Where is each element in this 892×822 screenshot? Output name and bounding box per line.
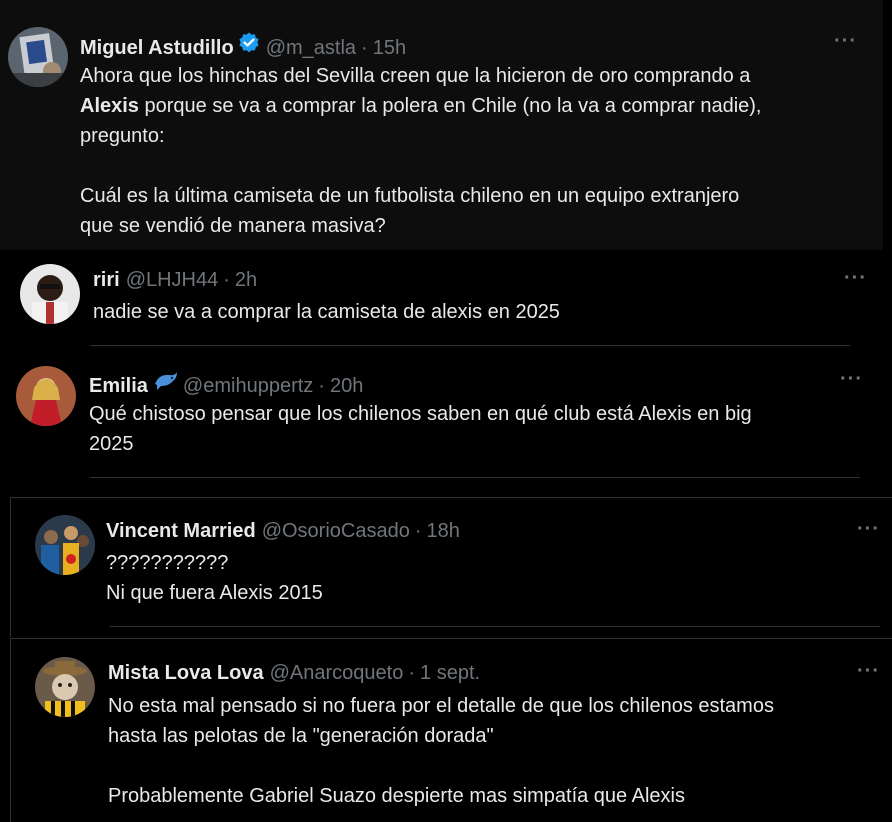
tweet-mista-lova-lova[interactable]: Mista Lova Lova @Anarcoqueto · 1 sept. ·… xyxy=(10,638,892,822)
avatar[interactable] xyxy=(35,657,95,717)
mention-bold: Alexis xyxy=(80,95,139,117)
more-options-icon[interactable]: ··· xyxy=(857,660,880,683)
tweet-line: nadie se va a comprar la camiseta de ale… xyxy=(93,301,560,323)
tweet-line: Alexis porque se va a comprar la polera … xyxy=(80,91,762,121)
tweet-header: Emilia @emihuppertz · 20h xyxy=(89,370,363,398)
author-name[interactable]: Vincent Married xyxy=(106,520,256,543)
tweet-line: Ahora que los hinchas del Sevilla creen … xyxy=(80,65,751,87)
tweet-line: hasta las pelotas de la "generación dora… xyxy=(108,725,494,747)
avatar[interactable] xyxy=(8,27,68,87)
tweet-text: Ahora que los hinchas del Sevilla creen … xyxy=(80,61,762,241)
separator-dot: · xyxy=(361,37,368,59)
more-options-icon[interactable]: ··· xyxy=(857,518,880,541)
author-name[interactable]: Emilia xyxy=(89,375,148,398)
author-name[interactable]: Mista Lova Lova xyxy=(108,662,264,685)
more-options-icon[interactable]: ··· xyxy=(844,267,867,290)
author-handle[interactable]: @OsorioCasado xyxy=(262,520,410,543)
tweet-text: nadie se va a comprar la camiseta de ale… xyxy=(93,297,560,327)
more-options-icon[interactable]: ··· xyxy=(840,368,863,391)
tweet-vincent-married[interactable]: Vincent Married @OsorioCasado · 18h ··· … xyxy=(10,497,892,637)
author-name[interactable]: riri xyxy=(93,269,120,292)
tweet-header: Mista Lova Lova @Anarcoqueto · 1 sept. xyxy=(108,662,480,685)
author-handle[interactable]: @LHJH44 xyxy=(126,269,219,292)
tweet-header: Vincent Married @OsorioCasado · 18h xyxy=(106,520,460,543)
tweet-line-rest: porque se va a comprar la polera en Chil… xyxy=(138,95,762,117)
tweet-riri[interactable]: riri @LHJH44 · 2h ··· nadie se va a comp… xyxy=(0,253,892,348)
tweet-text: Qué chistoso pensar que los chilenos sab… xyxy=(89,399,752,459)
tweet-text: No esta mal pensado si no fuera por el d… xyxy=(108,691,774,811)
avatar[interactable] xyxy=(35,515,95,575)
tweet-header: Miguel Astudillo @m_astla · 15h xyxy=(80,32,406,60)
separator-dot: · xyxy=(223,269,230,291)
dolphin-emoji-icon xyxy=(153,370,177,392)
author-handle[interactable]: @Anarcoqueto xyxy=(270,662,404,685)
tweet-line: Probablemente Gabriel Suazo despierte ma… xyxy=(108,785,685,807)
divider xyxy=(110,626,880,627)
tweet-emilia[interactable]: Emilia @emihuppertz · 20h ··· Qué chisto… xyxy=(0,352,892,482)
separator-dot: · xyxy=(408,662,416,684)
timestamp[interactable]: 18h xyxy=(427,520,460,543)
tweet-line: Qué chistoso pensar que los chilenos sab… xyxy=(89,403,752,425)
avatar[interactable] xyxy=(20,264,80,324)
tweet-header: riri @LHJH44 · 2h xyxy=(93,269,257,292)
tweet-line: Ni que fuera Alexis 2015 xyxy=(106,582,323,604)
verified-badge-icon xyxy=(238,32,260,54)
tweet-line: No esta mal pensado si no fuera por el d… xyxy=(108,695,774,717)
divider xyxy=(90,477,860,478)
avatar[interactable] xyxy=(16,366,76,426)
tweet-line: Cuál es la última camiseta de un futboli… xyxy=(80,185,740,207)
timestamp[interactable]: 15h xyxy=(373,37,406,60)
tweet-miguel-astudillo[interactable]: Miguel Astudillo @m_astla · 15h ··· Ahor… xyxy=(0,0,883,250)
author-handle[interactable]: @emihuppertz xyxy=(183,375,313,398)
divider xyxy=(90,345,850,346)
author-handle[interactable]: @m_astla xyxy=(266,37,356,60)
author-name[interactable]: Miguel Astudillo xyxy=(80,37,234,60)
tweet-line: pregunto: xyxy=(80,125,165,147)
more-options-icon[interactable]: ··· xyxy=(834,30,857,53)
tweet-line: ??????????? xyxy=(106,552,229,574)
timestamp[interactable]: 2h xyxy=(235,269,257,292)
tweet-line: 2025 xyxy=(89,433,134,455)
timestamp[interactable]: 20h xyxy=(330,375,363,398)
timestamp[interactable]: 1 sept. xyxy=(420,662,480,685)
separator-dot: · xyxy=(318,375,325,397)
tweet-text: ??????????? Ni que fuera Alexis 2015 xyxy=(106,548,323,608)
separator-dot: · xyxy=(414,520,422,542)
tweet-line: que se vendió de manera masiva? xyxy=(80,215,386,237)
